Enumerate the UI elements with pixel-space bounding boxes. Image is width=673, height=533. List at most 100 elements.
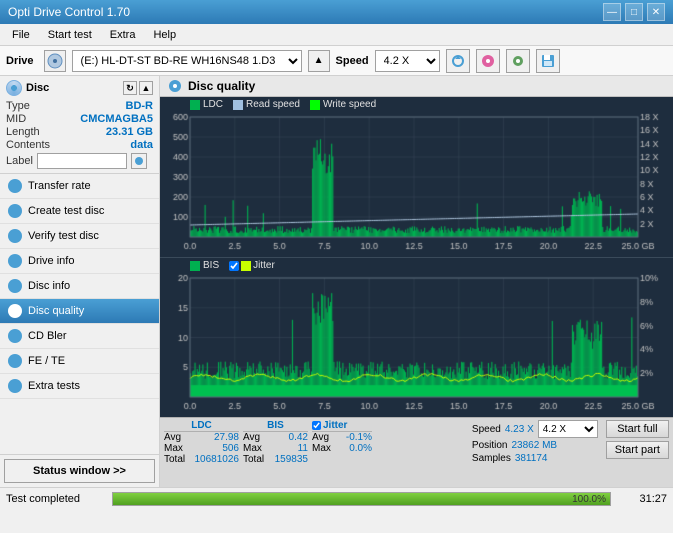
nav-list: Transfer rate Create test disc Verify te… <box>0 174 159 399</box>
refresh-icon[interactable] <box>446 49 470 73</box>
disc-panel: Disc ↻ ▲ Type BD-R MID CMCMAGBA5 Length … <box>0 76 159 174</box>
sidebar-item-disc-quality[interactable]: Disc quality <box>0 299 159 324</box>
disc-info-icon <box>8 279 22 293</box>
extra-tests-icon <box>8 379 22 393</box>
bis-max-label: Max <box>243 443 262 454</box>
window-controls: — □ ✕ <box>603 3 665 21</box>
status-text: Test completed <box>6 493 106 505</box>
sidebar-item-cd-bler[interactable]: CD Bler <box>0 324 159 349</box>
ldc-legend: LDC <box>190 99 223 110</box>
sidebar-label-disc-quality: Disc quality <box>28 305 84 317</box>
ldc-avg-row: Avg 27.98 <box>164 432 239 443</box>
ldc-max-row: Max 506 <box>164 443 239 454</box>
save-icon[interactable] <box>536 49 560 73</box>
start-full-button[interactable]: Start full <box>606 420 669 438</box>
settings-icon[interactable] <box>506 49 530 73</box>
bis-chart-canvas <box>160 258 673 417</box>
sidebar-item-disc-info[interactable]: Disc info <box>0 274 159 299</box>
menu-start-test[interactable]: Start test <box>40 27 100 43</box>
bis-total-row: Total 159835 <box>243 454 308 465</box>
jitter-legend-color <box>241 261 251 271</box>
drive-select[interactable]: (E:) HL-DT-ST BD-RE WH16NS48 1.D3 <box>72 50 302 72</box>
jitter-checkbox[interactable] <box>229 261 239 271</box>
minimize-button[interactable]: — <box>603 3 621 21</box>
disc-quality-title: Disc quality <box>188 79 255 93</box>
disc-eject-icon[interactable]: ▲ <box>139 81 153 95</box>
label-edit-icon[interactable] <box>131 153 147 169</box>
menu-help[interactable]: Help <box>145 27 184 43</box>
drive-bar: Drive (E:) HL-DT-ST BD-RE WH16NS48 1.D3 … <box>0 46 673 76</box>
ldc-stats-header: LDC <box>164 420 239 432</box>
speed-select[interactable]: 4.2 X <box>375 50 440 72</box>
eject-button[interactable]: ▲ <box>308 50 330 72</box>
bis-legend-color <box>190 261 200 271</box>
jitter-header-label: Jitter <box>323 420 347 431</box>
position-label: Position <box>472 440 508 451</box>
jitter-stats-checkbox[interactable] <box>312 421 321 430</box>
sidebar-label-transfer-rate: Transfer rate <box>28 180 91 192</box>
ldc-avg-val: 27.98 <box>214 432 239 443</box>
progress-text: 100.0% <box>572 493 606 507</box>
bis-legend-label: BIS <box>203 260 219 271</box>
sidebar-item-drive-info[interactable]: Drive info <box>0 249 159 274</box>
disc-contents-label: Contents <box>6 139 50 151</box>
disc-mid-label: MID <box>6 113 26 125</box>
chart-speed-select[interactable]: 4.2 X <box>538 420 598 438</box>
bis-total-label: Total <box>243 454 264 465</box>
bis-avg-val: 0.42 <box>289 432 308 443</box>
jitter-avg-label: Avg <box>312 432 329 443</box>
cd-bler-icon <box>8 329 22 343</box>
ldc-total-val: 10681026 <box>195 454 240 465</box>
jitter-max-val: 0.0% <box>349 443 372 454</box>
stats-bar: LDC Avg 27.98 Max 506 Total 10681026 BIS <box>160 417 673 487</box>
main-layout: Disc ↻ ▲ Type BD-R MID CMCMAGBA5 Length … <box>0 76 673 487</box>
disc-color-icon[interactable] <box>476 49 500 73</box>
sidebar-label-fe-te: FE / TE <box>28 355 65 367</box>
sidebar-item-transfer-rate[interactable]: Transfer rate <box>0 174 159 199</box>
bis-legend: BIS <box>190 260 219 271</box>
close-button[interactable]: ✕ <box>647 3 665 21</box>
ldc-chart: LDC Read speed Write speed <box>160 97 673 258</box>
sidebar-item-create-test-disc[interactable]: Create test disc <box>0 199 159 224</box>
sidebar-item-extra-tests[interactable]: Extra tests <box>0 374 159 399</box>
disc-icon <box>6 80 22 96</box>
position-val: 23862 MB <box>511 440 557 451</box>
sidebar-label-extra-tests: Extra tests <box>28 380 80 392</box>
disc-contents-row: Contents data <box>6 139 153 151</box>
speed-label: Speed <box>336 55 369 67</box>
sidebar-label-drive-info: Drive info <box>28 255 74 267</box>
jitter-stats-header: Jitter <box>312 420 372 432</box>
disc-refresh-icon[interactable]: ↻ <box>123 81 137 95</box>
menu-extra[interactable]: Extra <box>102 27 144 43</box>
disc-mid-value: CMCMAGBA5 <box>80 113 153 125</box>
content-area: Disc quality LDC Read speed Write speed <box>160 76 673 487</box>
jitter-avg-val: -0.1% <box>346 432 372 443</box>
ldc-stats-column: LDC Avg 27.98 Max 506 Total 10681026 <box>164 420 239 465</box>
disc-title: Disc <box>26 82 49 94</box>
menu-file[interactable]: File <box>4 27 38 43</box>
menu-bar: File Start test Extra Help <box>0 24 673 46</box>
disc-type-value: BD-R <box>126 100 154 112</box>
jitter-checkbox-area[interactable]: Jitter <box>229 260 275 271</box>
start-part-button[interactable]: Start part <box>606 441 669 459</box>
bis-total-val: 159835 <box>275 454 308 465</box>
ldc-total-row: Total 10681026 <box>164 454 239 465</box>
sidebar-label-disc-info: Disc info <box>28 280 70 292</box>
time-display: 31:27 <box>617 493 667 505</box>
create-test-disc-icon <box>8 204 22 218</box>
bis-max-val: 11 <box>298 443 308 454</box>
status-window-button[interactable]: Status window >> <box>4 459 155 483</box>
sidebar-label-create-test-disc: Create test disc <box>28 205 104 217</box>
disc-label-input[interactable] <box>37 153 127 169</box>
disc-label-label: Label <box>6 155 33 167</box>
bis-stats-column: BIS Avg 0.42 Max 11 Total 159835 <box>243 420 308 465</box>
jitter-legend-label: Jitter <box>253 260 275 271</box>
read-speed-legend-color <box>233 100 243 110</box>
sidebar-item-fe-te[interactable]: FE / TE <box>0 349 159 374</box>
disc-length-label: Length <box>6 126 40 138</box>
sidebar: Disc ↻ ▲ Type BD-R MID CMCMAGBA5 Length … <box>0 76 160 487</box>
drive-icon-btn[interactable] <box>44 50 66 72</box>
maximize-button[interactable]: □ <box>625 3 643 21</box>
sidebar-item-verify-test-disc[interactable]: Verify test disc <box>0 224 159 249</box>
drive-info-icon <box>8 254 22 268</box>
